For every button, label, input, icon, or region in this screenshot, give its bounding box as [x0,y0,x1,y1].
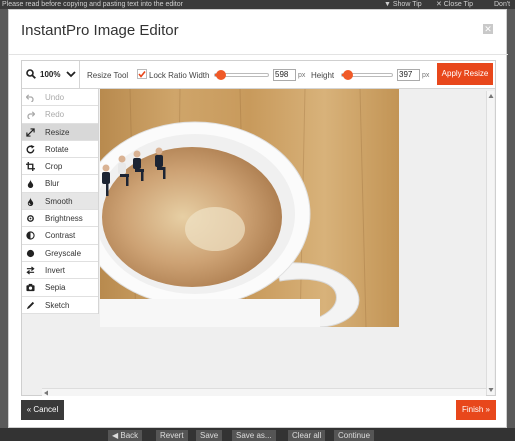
height-label: Height [311,71,335,80]
menu-item-label: Sketch [45,300,70,310]
sepia-icon [26,284,35,292]
back-button-bg: ◀ Back [108,430,143,441]
tool-name-label: Resize Tool [87,71,129,80]
clear-all-button-bg: Clear all [288,430,326,441]
background-notice: Please read before copying and pasting t… [2,1,183,8]
chevron-down-icon [66,71,76,78]
menu-item-sketch[interactable]: Sketch [22,297,98,314]
image-canvas[interactable] [100,89,399,327]
menu-item-label: Blur [45,179,60,189]
height-slider-handle[interactable] [343,70,353,80]
lock-ratio-checkbox[interactable] [137,69,147,79]
menu-item-resize[interactable]: Resize [22,123,98,141]
resize-icon [26,127,35,137]
apply-resize-button[interactable]: Apply Resize [437,63,493,85]
menu-item-label: Resize [45,127,70,137]
image-editor-dialog: InstantPro Image Editor ✕ 100% Resize To… [8,9,508,428]
background-bottom-bar: ◀ Back Revert Save Save as... Clear all … [0,428,515,441]
menu-item-label: Rotate [45,144,69,154]
menu-item-sepia[interactable]: Sepia [22,279,98,297]
zoom-dropdown[interactable]: 100% [22,61,80,89]
dont-link[interactable]: Don't [494,0,510,9]
redo-icon [27,111,35,120]
height-slider[interactable] [341,70,393,80]
scroll-down-icon[interactable] [488,387,494,393]
blur-icon [27,179,34,189]
scroll-left-icon[interactable] [43,390,49,396]
menu-item-label: Smooth [45,196,73,206]
smooth-icon [27,197,34,206]
save-button-bg: Save [196,430,223,441]
continue-button-bg: Continue [334,430,375,441]
menu-item-label: Invert [45,265,66,275]
editor-toolbar: 100% Resize Tool Lock Ratio Width 598 px… [22,61,495,89]
menu-item-greyscale[interactable]: Greyscale [22,245,98,262]
save-as-button-bg: Save as... [232,430,276,441]
horizontal-scrollbar[interactable] [42,388,486,396]
sketch-icon [26,301,35,309]
menu-item-label: Brightness [45,214,83,224]
greyscale-icon [26,249,35,257]
menu-item-contrast[interactable]: Contrast [22,227,98,245]
contrast-icon [26,231,35,241]
close-tip-link[interactable]: ✕ Close Tip [436,0,473,9]
crop-icon [26,162,35,172]
magnifier-icon [26,69,36,79]
lock-ratio-label: Lock Ratio [149,71,187,80]
menu-item-label: Crop [45,162,63,172]
cancel-button[interactable]: « Cancel [21,400,64,420]
dialog-title: InstantPro Image Editor [21,22,179,39]
revert-button-bg: Revert [156,430,188,441]
height-unit: px [422,72,430,79]
rotate-icon [26,144,35,154]
menu-item-label: Sepia [45,283,66,293]
menu-item-smooth[interactable]: Smooth [22,192,98,211]
menu-item-label: Redo [45,110,65,120]
invert-icon [26,266,35,275]
zoom-value: 100% [40,70,61,79]
show-tip-link[interactable]: ▼ Show Tip [384,0,422,9]
menu-item-brightness[interactable]: Brightness [22,210,98,228]
height-input[interactable]: 397 [397,69,420,81]
width-input[interactable]: 598 [273,69,296,81]
background-top-bar: Please read before copying and pasting t… [0,0,515,9]
undo-icon [26,94,34,102]
menu-item-label: Greyscale [45,248,82,258]
menu-item-blur[interactable]: Blur [22,175,98,193]
menu-item-rotate[interactable]: Rotate [22,141,98,159]
width-slider[interactable] [214,70,269,80]
menu-item-label: Contrast [45,231,76,241]
editor-panel: 100% Resize Tool Lock Ratio Width 598 px… [21,60,496,396]
edited-image-coffee-cup [100,89,399,327]
tools-menu: Undo Redo Resize Rotate Crop Blur Smooth… [22,89,99,314]
menu-item-undo[interactable]: Undo [22,89,98,107]
vertical-scrollbar[interactable] [486,91,494,395]
menu-item-label: Undo [45,93,65,102]
dialog-divider [9,54,508,55]
scroll-up-icon[interactable] [488,93,494,99]
menu-item-redo[interactable]: Redo [22,106,98,124]
close-icon[interactable]: ✕ [483,24,493,34]
width-label: Width [189,71,210,80]
menu-item-invert[interactable]: Invert [22,262,98,280]
menu-item-crop[interactable]: Crop [22,158,98,176]
width-slider-handle[interactable] [216,70,226,80]
finish-button[interactable]: Finish » [456,400,496,420]
width-unit: px [298,72,306,79]
brightness-icon [27,215,34,222]
